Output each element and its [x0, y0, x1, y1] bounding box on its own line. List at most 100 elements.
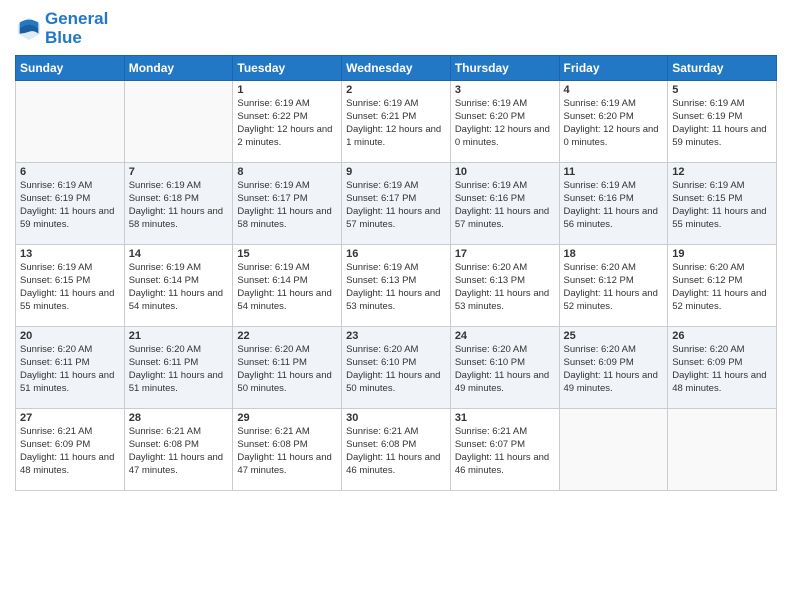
calendar-cell: 8 Sunrise: 6:19 AM Sunset: 6:17 PM Daylig…	[233, 163, 342, 245]
week-row-5: 27 Sunrise: 6:21 AM Sunset: 6:09 PM Dayli…	[16, 409, 777, 491]
calendar-cell: 20 Sunrise: 6:20 AM Sunset: 6:11 PM Dayli…	[16, 327, 125, 409]
logo-text-block: General Blue	[45, 10, 108, 47]
cell-content: Sunrise: 6:19 AM Sunset: 6:17 PM Dayligh…	[237, 180, 337, 231]
calendar-cell: 14 Sunrise: 6:19 AM Sunset: 6:14 PM Dayli…	[124, 245, 233, 327]
calendar-cell: 5 Sunrise: 6:19 AM Sunset: 6:19 PM Daylig…	[668, 81, 777, 163]
calendar-cell: 29 Sunrise: 6:21 AM Sunset: 6:08 PM Dayli…	[233, 409, 342, 491]
day-number: 17	[455, 248, 555, 260]
calendar-cell: 11 Sunrise: 6:19 AM Sunset: 6:16 PM Dayli…	[559, 163, 668, 245]
day-number: 24	[455, 330, 555, 342]
day-number: 25	[564, 330, 664, 342]
weekday-header-tuesday: Tuesday	[233, 56, 342, 81]
day-number: 15	[237, 248, 337, 260]
day-number: 10	[455, 166, 555, 178]
day-number: 27	[20, 412, 120, 424]
page: General Blue SundayMondayTuesdayWednesda…	[0, 0, 792, 612]
cell-content: Sunrise: 6:19 AM Sunset: 6:18 PM Dayligh…	[129, 180, 229, 231]
calendar-cell: 23 Sunrise: 6:20 AM Sunset: 6:10 PM Dayli…	[342, 327, 451, 409]
cell-content: Sunrise: 6:19 AM Sunset: 6:14 PM Dayligh…	[129, 262, 229, 313]
day-number: 31	[455, 412, 555, 424]
weekday-header-thursday: Thursday	[450, 56, 559, 81]
cell-content: Sunrise: 6:20 AM Sunset: 6:11 PM Dayligh…	[20, 344, 120, 395]
cell-content: Sunrise: 6:19 AM Sunset: 6:15 PM Dayligh…	[20, 262, 120, 313]
cell-content: Sunrise: 6:19 AM Sunset: 6:20 PM Dayligh…	[455, 98, 555, 149]
day-number: 29	[237, 412, 337, 424]
day-number: 22	[237, 330, 337, 342]
calendar-cell: 18Sunrise: 6:20 AM Sunset: 6:12 PM Dayli…	[559, 245, 668, 327]
calendar-cell: 15 Sunrise: 6:19 AM Sunset: 6:14 PM Dayli…	[233, 245, 342, 327]
cell-content: Sunrise: 6:21 AM Sunset: 6:08 PM Dayligh…	[237, 426, 337, 477]
day-number: 18	[564, 248, 664, 260]
day-number: 3	[455, 84, 555, 96]
week-row-1: 1Sunrise: 6:19 AM Sunset: 6:22 PM Daylig…	[16, 81, 777, 163]
cell-content: Sunrise: 6:19 AM Sunset: 6:13 PM Dayligh…	[346, 262, 446, 313]
cell-content: Sunrise: 6:21 AM Sunset: 6:07 PM Dayligh…	[455, 426, 555, 477]
weekday-header-wednesday: Wednesday	[342, 56, 451, 81]
calendar-cell: 4 Sunrise: 6:19 AM Sunset: 6:20 PM Daylig…	[559, 81, 668, 163]
day-number: 4	[564, 84, 664, 96]
week-row-2: 6 Sunrise: 6:19 AM Sunset: 6:19 PM Daylig…	[16, 163, 777, 245]
cell-content: Sunrise: 6:19 AM Sunset: 6:16 PM Dayligh…	[564, 180, 664, 231]
cell-content: Sunrise: 6:19 AM Sunset: 6:17 PM Dayligh…	[346, 180, 446, 231]
cell-content: Sunrise: 6:20 AM Sunset: 6:10 PM Dayligh…	[346, 344, 446, 395]
cell-content: Sunrise: 6:20 AM Sunset: 6:12 PM Dayligh…	[672, 262, 772, 313]
logo-icon	[15, 15, 43, 43]
header: General Blue	[15, 10, 777, 47]
day-number: 8	[237, 166, 337, 178]
day-number: 9	[346, 166, 446, 178]
calendar-cell: 30 Sunrise: 6:21 AM Sunset: 6:08 PM Dayli…	[342, 409, 451, 491]
calendar-cell: 31 Sunrise: 6:21 AM Sunset: 6:07 PM Dayli…	[450, 409, 559, 491]
day-number: 19	[672, 248, 772, 260]
calendar-cell: 9 Sunrise: 6:19 AM Sunset: 6:17 PM Daylig…	[342, 163, 451, 245]
calendar-cell: 2Sunrise: 6:19 AM Sunset: 6:21 PM Daylig…	[342, 81, 451, 163]
cell-content: Sunrise: 6:21 AM Sunset: 6:08 PM Dayligh…	[346, 426, 446, 477]
calendar-cell: 24Sunrise: 6:20 AM Sunset: 6:10 PM Dayli…	[450, 327, 559, 409]
day-number: 12	[672, 166, 772, 178]
calendar-cell	[124, 81, 233, 163]
day-number: 14	[129, 248, 229, 260]
cell-content: Sunrise: 6:19 AM Sunset: 6:14 PM Dayligh…	[237, 262, 337, 313]
calendar-cell	[559, 409, 668, 491]
week-row-3: 13 Sunrise: 6:19 AM Sunset: 6:15 PM Dayli…	[16, 245, 777, 327]
calendar-cell: 1Sunrise: 6:19 AM Sunset: 6:22 PM Daylig…	[233, 81, 342, 163]
day-number: 13	[20, 248, 120, 260]
cell-content: Sunrise: 6:20 AM Sunset: 6:13 PM Dayligh…	[455, 262, 555, 313]
cell-content: Sunrise: 6:21 AM Sunset: 6:09 PM Dayligh…	[20, 426, 120, 477]
weekday-header-monday: Monday	[124, 56, 233, 81]
calendar-cell: 3 Sunrise: 6:19 AM Sunset: 6:20 PM Daylig…	[450, 81, 559, 163]
weekday-header-saturday: Saturday	[668, 56, 777, 81]
calendar-cell: 13 Sunrise: 6:19 AM Sunset: 6:15 PM Dayli…	[16, 245, 125, 327]
cell-content: Sunrise: 6:20 AM Sunset: 6:09 PM Dayligh…	[564, 344, 664, 395]
calendar-cell: 21Sunrise: 6:20 AM Sunset: 6:11 PM Dayli…	[124, 327, 233, 409]
day-number: 11	[564, 166, 664, 178]
cell-content: Sunrise: 6:21 AM Sunset: 6:08 PM Dayligh…	[129, 426, 229, 477]
calendar-cell: 12Sunrise: 6:19 AM Sunset: 6:15 PM Dayli…	[668, 163, 777, 245]
cell-content: Sunrise: 6:19 AM Sunset: 6:22 PM Dayligh…	[237, 98, 337, 149]
day-number: 23	[346, 330, 446, 342]
calendar-cell: 17 Sunrise: 6:20 AM Sunset: 6:13 PM Dayli…	[450, 245, 559, 327]
cell-content: Sunrise: 6:19 AM Sunset: 6:19 PM Dayligh…	[20, 180, 120, 231]
day-number: 6	[20, 166, 120, 178]
day-number: 28	[129, 412, 229, 424]
logo: General Blue	[15, 10, 108, 47]
day-number: 16	[346, 248, 446, 260]
calendar-cell: 6 Sunrise: 6:19 AM Sunset: 6:19 PM Daylig…	[16, 163, 125, 245]
day-number: 5	[672, 84, 772, 96]
day-number: 30	[346, 412, 446, 424]
week-row-4: 20 Sunrise: 6:20 AM Sunset: 6:11 PM Dayli…	[16, 327, 777, 409]
cell-content: Sunrise: 6:19 AM Sunset: 6:19 PM Dayligh…	[672, 98, 772, 149]
calendar-cell: 26Sunrise: 6:20 AM Sunset: 6:09 PM Dayli…	[668, 327, 777, 409]
calendar-cell	[16, 81, 125, 163]
cell-content: Sunrise: 6:20 AM Sunset: 6:11 PM Dayligh…	[237, 344, 337, 395]
weekday-header-friday: Friday	[559, 56, 668, 81]
weekday-header-row: SundayMondayTuesdayWednesdayThursdayFrid…	[16, 56, 777, 81]
logo-blue: Blue	[45, 29, 108, 48]
day-number: 2	[346, 84, 446, 96]
calendar-cell: 22 Sunrise: 6:20 AM Sunset: 6:11 PM Dayli…	[233, 327, 342, 409]
calendar-cell	[668, 409, 777, 491]
cell-content: Sunrise: 6:20 AM Sunset: 6:11 PM Dayligh…	[129, 344, 229, 395]
day-number: 20	[20, 330, 120, 342]
calendar-cell: 7Sunrise: 6:19 AM Sunset: 6:18 PM Daylig…	[124, 163, 233, 245]
cell-content: Sunrise: 6:19 AM Sunset: 6:20 PM Dayligh…	[564, 98, 664, 149]
cell-content: Sunrise: 6:20 AM Sunset: 6:09 PM Dayligh…	[672, 344, 772, 395]
